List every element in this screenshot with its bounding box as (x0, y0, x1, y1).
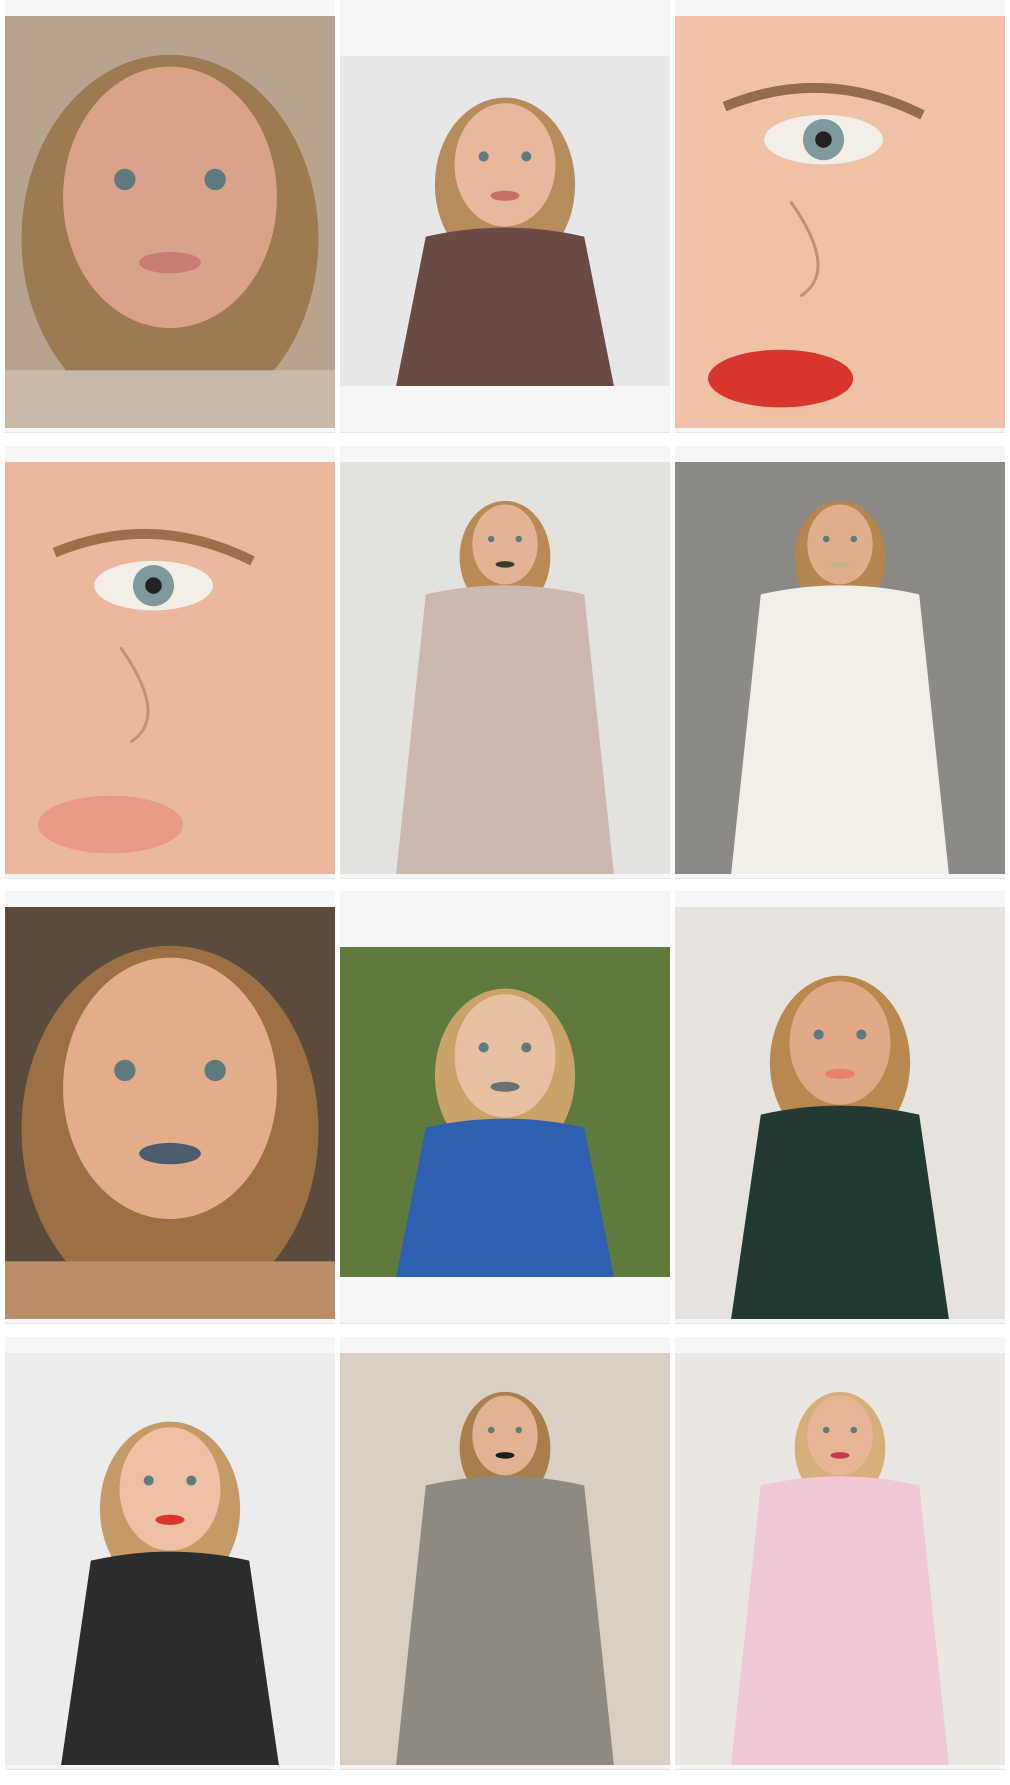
grid-tile[interactable] (675, 1337, 1005, 1770)
grid-tile[interactable] (5, 446, 335, 879)
grid-tile[interactable] (340, 0, 670, 433)
grid-tile[interactable] (5, 0, 335, 433)
grid-tile[interactable] (340, 891, 670, 1324)
grid-tile[interactable] (340, 1337, 670, 1770)
photo-mirror-sequin-dress (340, 1353, 670, 1765)
photo-cafe-blouse-coffee (340, 462, 670, 874)
photo-paris-opera-white-blazer (675, 462, 1005, 874)
grid-tile[interactable] (340, 446, 670, 879)
photo-chanel-compact (5, 1353, 335, 1765)
photo-red-lips-eye-closeup (675, 16, 1005, 428)
photo-freckled-face-portrait (5, 16, 335, 428)
photo-glasses-blue-scarf (340, 947, 670, 1277)
photo-laughing-woman-portrait (340, 56, 670, 386)
grid-tile[interactable] (5, 891, 335, 1324)
grid-tile[interactable] (675, 891, 1005, 1324)
photo-pink-shirt-book (675, 1353, 1005, 1765)
grid-tile[interactable] (675, 0, 1005, 433)
photo-orange-sofa-leopard (675, 907, 1005, 1319)
grid-tile[interactable] (675, 446, 1005, 879)
photo-beanie-selfie (5, 907, 335, 1319)
photo-eye-makeup-closeup (5, 462, 335, 874)
grid-tile[interactable] (5, 1337, 335, 1770)
photo-grid (0, 0, 1010, 1785)
